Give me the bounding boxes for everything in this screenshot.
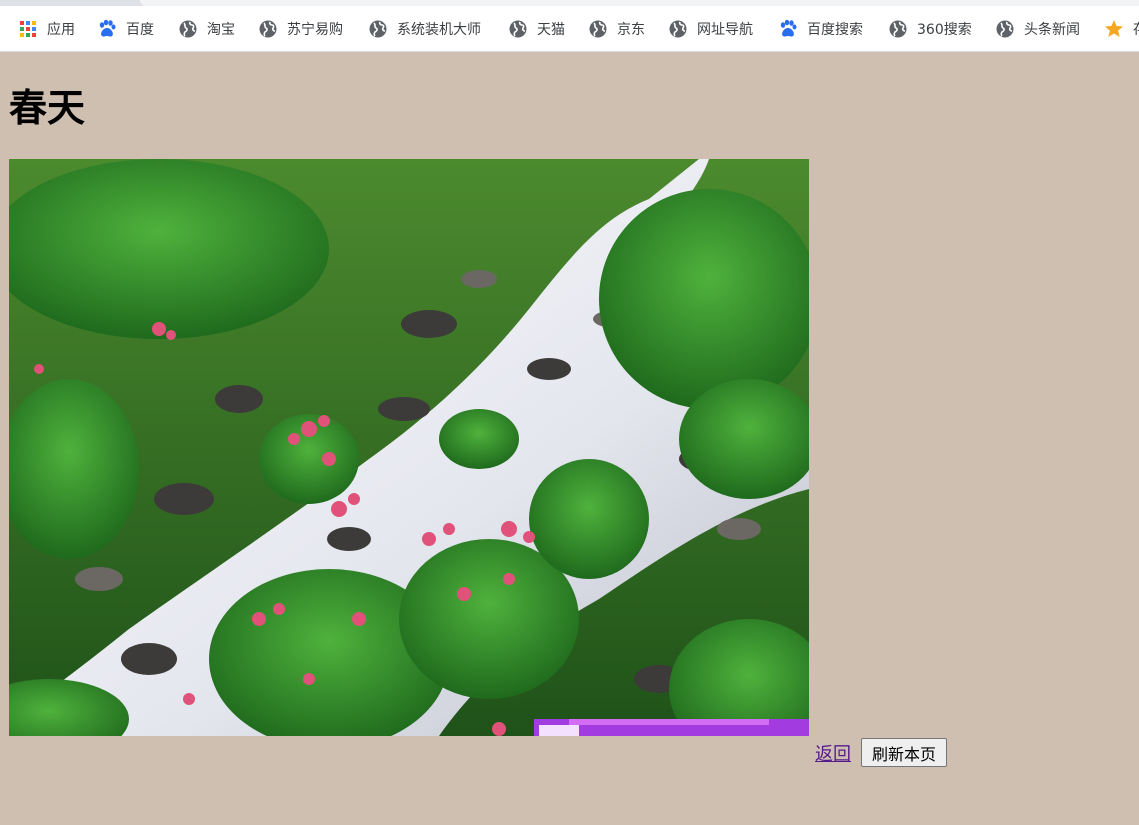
bookmark-apps[interactable]: 应用 [18, 16, 75, 42]
globe-icon [508, 19, 528, 39]
bookmark-toutiao[interactable]: 头条新闻 [995, 16, 1080, 42]
bookmark-baidu[interactable]: 百度 [97, 16, 154, 42]
bookmarks-bar: 应用 百度 淘宝 苏宁易购 系统装机大师 天猫 京东 网址导航 百度搜索 360… [0, 0, 1139, 52]
globe-icon [668, 19, 688, 39]
bookmark-overflow[interactable]: 存 [1104, 16, 1139, 42]
baidu-paw-icon [97, 19, 117, 39]
bookmark-label: 淘宝 [207, 22, 235, 38]
bookmark-label: 存 [1133, 19, 1139, 39]
bookmark-baidu-search[interactable]: 百度搜索 [778, 16, 863, 42]
tab-strip-edge [0, 0, 1139, 6]
bookmark-tmall[interactable]: 天猫 [508, 16, 565, 42]
globe-icon [258, 19, 278, 39]
globe-icon [995, 19, 1015, 39]
globe-icon [368, 19, 388, 39]
bookmark-jd[interactable]: 京东 [588, 16, 645, 42]
bookmark-label: 天猫 [537, 22, 565, 38]
bookmark-360[interactable]: 360搜索 [888, 16, 972, 42]
globe-icon [178, 19, 198, 39]
baidu-paw-icon [778, 19, 798, 39]
bookmark-suning[interactable]: 苏宁易购 [258, 16, 343, 42]
bookmark-label: 百度搜索 [807, 22, 863, 38]
bookmark-label: 应用 [47, 22, 75, 38]
bookmark-label: 苏宁易购 [287, 22, 343, 38]
bookmark-label: 头条新闻 [1024, 22, 1080, 38]
page-title: 春天 [9, 86, 86, 130]
spring-waterfall-image [9, 159, 809, 736]
refresh-button[interactable]: 刷新本页 [861, 738, 947, 767]
star-icon [1104, 19, 1124, 39]
bookmark-label: 系统装机大师 [397, 22, 481, 38]
back-link[interactable]: 返回 [815, 740, 851, 766]
bookmark-label: 百度 [126, 22, 154, 38]
bookmark-label: 网址导航 [697, 22, 753, 38]
bookmark-taobao[interactable]: 淘宝 [178, 16, 235, 42]
globe-icon [588, 19, 608, 39]
bookmark-label: 360搜索 [917, 22, 972, 38]
bookmark-xitong[interactable]: 系统装机大师 [368, 16, 481, 42]
apps-grid-icon [18, 19, 38, 39]
bookmark-wangzhi[interactable]: 网址导航 [668, 16, 753, 42]
bookmark-label: 京东 [617, 22, 645, 38]
globe-icon [888, 19, 908, 39]
